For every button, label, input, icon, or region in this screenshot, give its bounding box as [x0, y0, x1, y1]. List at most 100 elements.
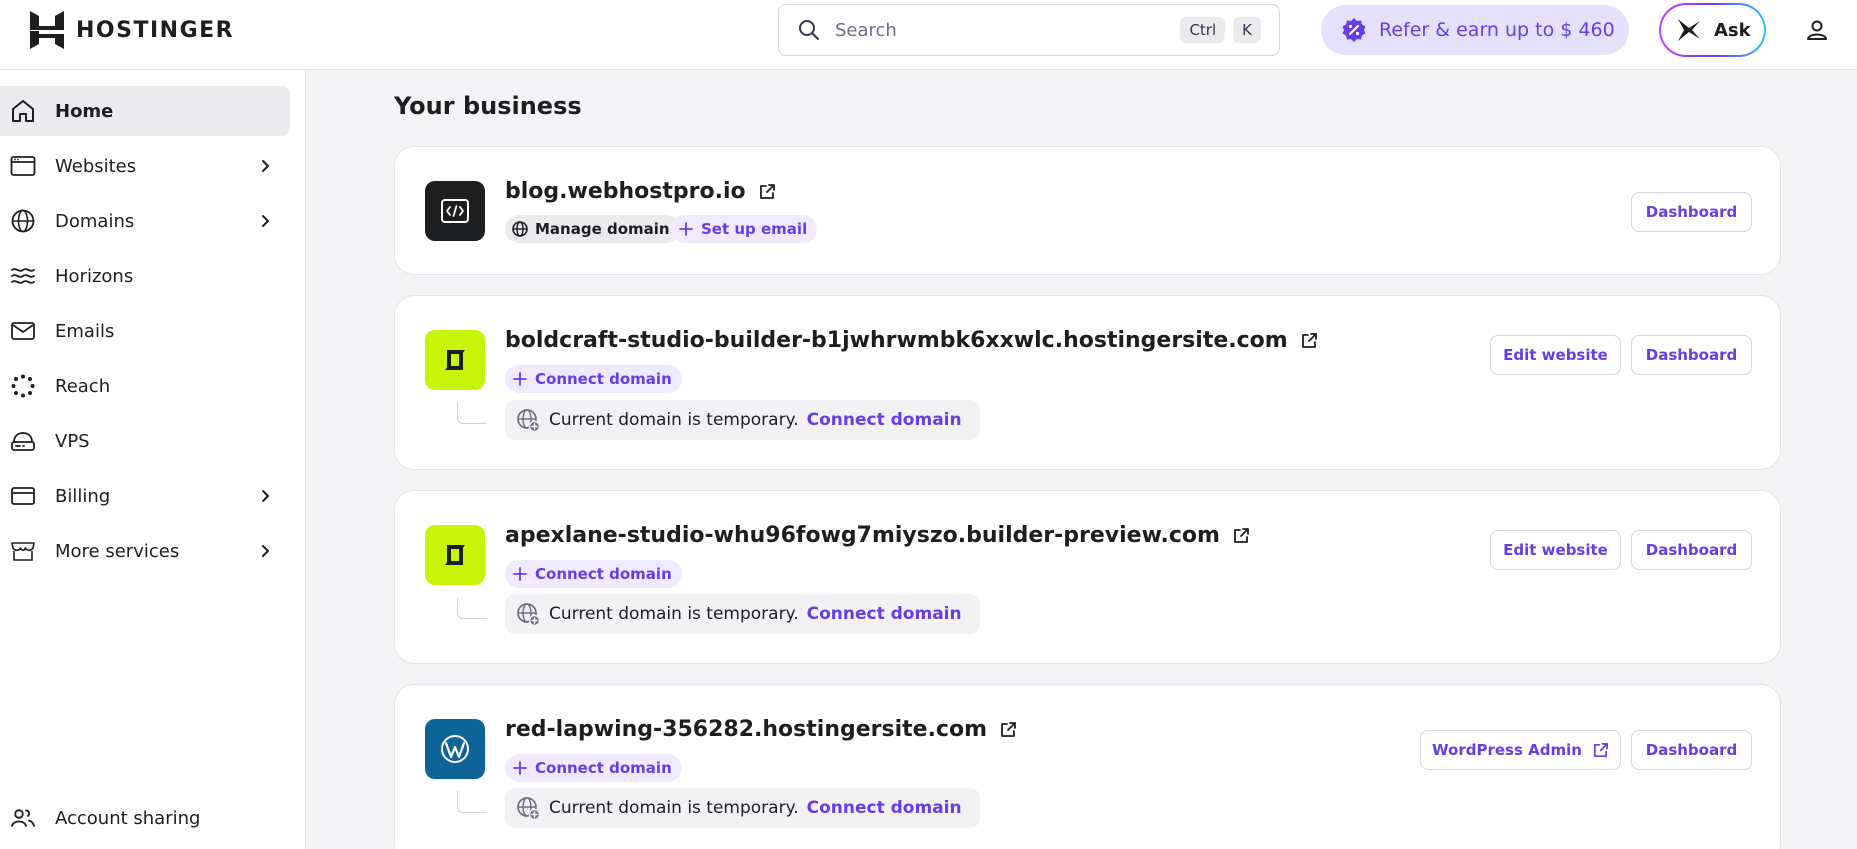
- sidebar-item-websites[interactable]: Websites: [0, 141, 290, 191]
- dashboard-button[interactable]: Dashboard: [1631, 192, 1752, 232]
- sidebar-item-label: Domains: [55, 210, 135, 232]
- dashboard-label: Dashboard: [1645, 741, 1738, 759]
- sidebar-item-domains[interactable]: Domains: [0, 196, 290, 246]
- website-card: apexlane-studio-whu96fowg7miyszo.builder…: [394, 490, 1781, 664]
- connect-domain-link[interactable]: Connect domain: [807, 604, 962, 624]
- refer-earn-button[interactable]: Refer & earn up to $ 460: [1321, 5, 1629, 55]
- website-domain: boldcraft-studio-builder-b1jwhrwmbk6xxwl…: [505, 328, 1288, 353]
- tree-connector: [457, 597, 487, 619]
- sidebar-item-vps[interactable]: VPS: [0, 416, 290, 466]
- dashboard-button[interactable]: Dashboard: [1631, 530, 1752, 570]
- sidebar-item-more-services[interactable]: More services: [0, 526, 290, 576]
- home-icon: [12, 100, 34, 122]
- search-input[interactable]: [835, 19, 1173, 41]
- search-icon: [799, 20, 819, 40]
- ask-ai-button-inner: Ask: [1661, 5, 1764, 55]
- sidebar-item-emails[interactable]: Emails: [0, 306, 290, 356]
- sidebar-item-home[interactable]: Home: [0, 86, 290, 136]
- sidebar-item-label: Home: [55, 100, 114, 122]
- sidebar-item-billing[interactable]: Billing: [0, 471, 290, 521]
- websites-icon: [10, 156, 36, 176]
- plus-icon: [513, 567, 527, 581]
- builder-logo-icon: [445, 545, 465, 565]
- globe-icon: [11, 209, 35, 233]
- website-domain-link[interactable]: blog.webhostpro.io: [505, 179, 776, 204]
- horizons-icon: [11, 268, 35, 284]
- edit-website-button[interactable]: Edit website: [1490, 335, 1621, 375]
- chevron-right-icon: [262, 215, 269, 227]
- dashboard-button[interactable]: Dashboard: [1631, 730, 1752, 770]
- website-domain: apexlane-studio-whu96fowg7miyszo.builder…: [505, 523, 1220, 548]
- site-thumbnail: [425, 719, 485, 779]
- sidebar-item-label: Billing: [55, 485, 111, 507]
- connect-domain-button[interactable]: Connect domain: [505, 754, 682, 782]
- temporary-domain-text: Current domain is temporary.: [549, 604, 799, 624]
- external-link-icon: [1001, 721, 1016, 737]
- server-icon: [11, 432, 35, 451]
- globe-add-icon: [517, 797, 541, 821]
- sidebar-item-label: Horizons: [55, 265, 134, 287]
- dashboard-label: Dashboard: [1645, 203, 1738, 221]
- sidebar-item-account-sharing[interactable]: Account sharing: [0, 793, 290, 843]
- sidebar: Home Websites Domains Horizons Emails Re…: [0, 70, 306, 849]
- connect-domain-label: Connect domain: [535, 565, 672, 583]
- search-box[interactable]: Ctrl K: [778, 4, 1280, 56]
- manage-domain-button[interactable]: Manage domain: [505, 215, 680, 243]
- tree-connector: [457, 402, 487, 424]
- plus-icon: [513, 372, 527, 386]
- card-icon: [11, 487, 35, 505]
- dashboard-label: Dashboard: [1645, 346, 1738, 364]
- connect-domain-label: Connect domain: [535, 759, 672, 777]
- sidebar-item-horizons[interactable]: Horizons: [0, 251, 290, 301]
- connect-domain-link[interactable]: Connect domain: [807, 798, 962, 818]
- website-card: red-lapwing-356282.hostingersite.com Con…: [394, 684, 1781, 849]
- wordpress-admin-button[interactable]: WordPress Admin: [1420, 730, 1621, 770]
- website-domain-link[interactable]: boldcraft-studio-builder-b1jwhrwmbk6xxwl…: [505, 328, 1318, 353]
- top-bar: HOSTINGER Ctrl K Refer & earn up to $ 46…: [0, 0, 1857, 70]
- hostinger-logo-icon: [30, 11, 64, 49]
- shortcut-ctrl-key: Ctrl: [1180, 17, 1226, 43]
- ask-ai-label: Ask: [1714, 19, 1751, 41]
- website-card: boldcraft-studio-builder-b1jwhrwmbk6xxwl…: [394, 295, 1781, 470]
- wordpress-icon: [441, 735, 469, 763]
- temporary-domain-notice: Current domain is temporary. Connect dom…: [505, 594, 980, 634]
- website-domain-link[interactable]: apexlane-studio-whu96fowg7miyszo.builder…: [505, 523, 1250, 548]
- page-title: Your business: [394, 92, 582, 120]
- site-thumbnail: [425, 525, 485, 585]
- ask-ai-button[interactable]: Ask: [1659, 3, 1766, 57]
- connect-domain-label: Connect domain: [535, 370, 672, 388]
- users-icon: [11, 809, 35, 827]
- website-domain: red-lapwing-356282.hostingersite.com: [505, 717, 988, 742]
- sidebar-item-label: Reach: [55, 375, 111, 397]
- builder-logo-icon: [445, 350, 465, 370]
- site-thumbnail: [425, 330, 485, 390]
- temporary-domain-text: Current domain is temporary.: [549, 798, 799, 818]
- temporary-domain-notice: Current domain is temporary. Connect dom…: [505, 400, 980, 440]
- website-card: blog.webhostpro.io Manage domain Set up …: [394, 146, 1781, 275]
- wordpress-admin-label: WordPress Admin: [1432, 741, 1582, 759]
- brand-name: HOSTINGER: [76, 17, 235, 43]
- edit-website-label: Edit website: [1503, 346, 1608, 364]
- connect-domain-button[interactable]: Connect domain: [505, 365, 682, 393]
- website-domain: blog.webhostpro.io: [505, 179, 746, 204]
- dashboard-label: Dashboard: [1645, 541, 1738, 559]
- user-account-icon[interactable]: [1804, 17, 1830, 43]
- sidebar-item-label: Websites: [55, 155, 137, 177]
- globe-add-icon: [517, 603, 541, 627]
- connect-domain-button[interactable]: Connect domain: [505, 560, 682, 588]
- plus-icon: [513, 761, 527, 775]
- hostinger-logo[interactable]: HOSTINGER: [28, 10, 234, 50]
- sidebar-item-label: Account sharing: [55, 807, 201, 829]
- external-link-icon: [1234, 527, 1249, 543]
- temporary-domain-notice: Current domain is temporary. Connect dom…: [505, 788, 980, 828]
- sidebar-item-reach[interactable]: Reach: [0, 361, 290, 411]
- globe-icon: [512, 221, 528, 237]
- temporary-domain-text: Current domain is temporary.: [549, 410, 799, 430]
- code-icon: [441, 199, 469, 223]
- external-link-icon: [1301, 332, 1317, 348]
- dashboard-button[interactable]: Dashboard: [1631, 335, 1752, 375]
- connect-domain-link[interactable]: Connect domain: [807, 410, 962, 430]
- set-up-email-button[interactable]: Set up email: [671, 215, 818, 243]
- website-domain-link[interactable]: red-lapwing-356282.hostingersite.com: [505, 717, 1017, 742]
- edit-website-button[interactable]: Edit website: [1490, 530, 1621, 570]
